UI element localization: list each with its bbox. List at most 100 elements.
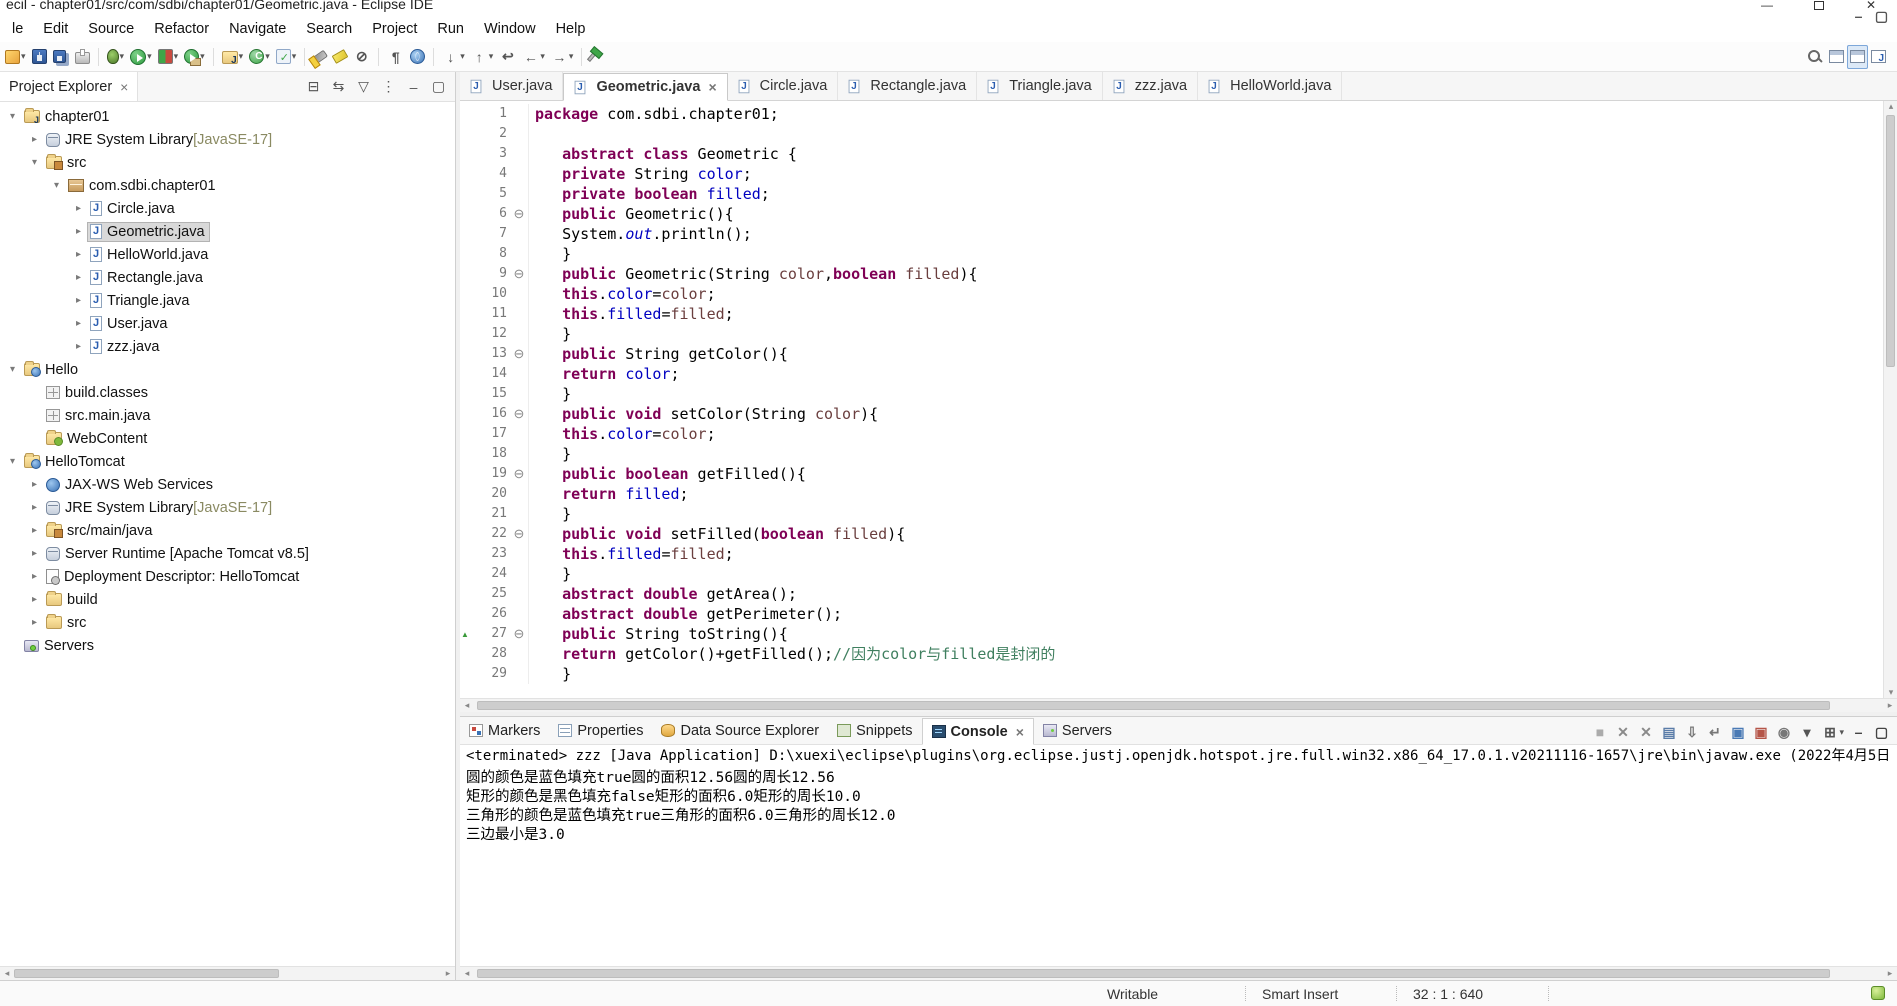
project-explorer-tab[interactable]: Project Explorer × bbox=[0, 72, 139, 101]
open-perspective-button[interactable] bbox=[1826, 45, 1847, 69]
tree-item-webcontent[interactable]: WebContent bbox=[0, 427, 455, 450]
code-line[interactable]: 11 this.filled=filled; bbox=[460, 304, 1883, 324]
new-java-project-button[interactable]: ▾ bbox=[219, 45, 247, 69]
expand-arrow-icon[interactable]: ▸ bbox=[26, 548, 43, 559]
scrollbar-thumb[interactable] bbox=[14, 969, 279, 978]
minimize-panel-button[interactable]: – bbox=[1847, 720, 1870, 744]
expand-arrow-icon[interactable]: ▸ bbox=[26, 525, 43, 536]
dropdown-arrow-icon[interactable]: ▾ bbox=[265, 51, 270, 62]
expand-arrow-icon[interactable]: ▸ bbox=[70, 203, 87, 214]
code-line[interactable]: 9 ⊖ public Geometric(String color,boolean… bbox=[460, 264, 1883, 284]
code-line[interactable]: 20 return filled; bbox=[460, 484, 1883, 504]
dropdown-arrow-icon[interactable]: ▾ bbox=[460, 51, 465, 62]
tree-item-helloworld-java[interactable]: ▸ HelloWorld.java bbox=[0, 243, 455, 266]
editor-tab-helloworld-java[interactable]: HelloWorld.java bbox=[1198, 72, 1343, 100]
open-task-button[interactable]: ▾ bbox=[273, 45, 300, 69]
new-java-class-button[interactable]: ▾ bbox=[246, 45, 273, 69]
console-hscrollbar[interactable]: ◂ ▸ bbox=[460, 966, 1897, 980]
code-line[interactable]: 6 ⊖ public Geometric(){ bbox=[460, 204, 1883, 224]
expand-arrow-icon[interactable]: ▸ bbox=[70, 341, 87, 352]
maximize-panel-button[interactable]: ▢ bbox=[1870, 720, 1893, 744]
code-line[interactable]: 28 return getColor()+getFilled();//因为col… bbox=[460, 644, 1883, 664]
back-button[interactable]: ← ▾ bbox=[519, 45, 548, 69]
expand-arrow-icon[interactable]: ▸ bbox=[70, 249, 87, 260]
skip-breakpoints-button[interactable]: ⊘ bbox=[350, 45, 373, 69]
dropdown-arrow-icon[interactable]: ▾ bbox=[120, 51, 125, 62]
minimize-window-button[interactable]: — bbox=[1741, 0, 1793, 16]
close-icon[interactable]: × bbox=[120, 79, 128, 95]
code-line[interactable]: 22 ⊖ public void setFilled(boolean filled… bbox=[460, 524, 1883, 544]
code-line[interactable]: 19 ⊖ public boolean getFilled(){ bbox=[460, 464, 1883, 484]
code-line[interactable]: 13 ⊖ public String getColor(){ bbox=[460, 344, 1883, 364]
collapse-arrow-icon[interactable]: ▾ bbox=[48, 180, 65, 191]
next-annotation-button[interactable]: ↓ ▾ bbox=[439, 45, 468, 69]
debug-button[interactable]: ▾ bbox=[104, 45, 128, 69]
mark-occurrences-button[interactable] bbox=[330, 45, 350, 69]
tree-item-user-java[interactable]: ▸ User.java bbox=[0, 312, 455, 335]
collapse-arrow-icon[interactable]: ▾ bbox=[4, 456, 21, 467]
code-line[interactable]: 26 abstract double getPerimeter(); bbox=[460, 604, 1883, 624]
code-line[interactable]: 3 abstract class Geometric { bbox=[460, 144, 1883, 164]
remove-launch-button[interactable]: ✕ bbox=[1611, 720, 1634, 744]
fold-collapse-icon[interactable]: ⊖ bbox=[510, 344, 529, 364]
menu-navigate[interactable]: Navigate bbox=[219, 18, 296, 40]
collapse-all-button[interactable]: ⊟ bbox=[301, 75, 326, 99]
tree-item-circle-java[interactable]: ▸ Circle.java bbox=[0, 197, 455, 220]
menu-source[interactable]: Source bbox=[78, 18, 144, 40]
previous-annotation-button[interactable]: ↑ ▾ bbox=[468, 45, 497, 69]
external-tools-button[interactable]: ▾ bbox=[181, 45, 208, 69]
scroll-right-icon[interactable]: ▸ bbox=[1883, 968, 1897, 979]
menu-run[interactable]: Run bbox=[427, 18, 474, 40]
editor-tab-rectangle-java[interactable]: Rectangle.java bbox=[838, 72, 978, 100]
scroll-left-icon[interactable]: ◂ bbox=[460, 700, 474, 711]
tree-item-servers[interactable]: Servers bbox=[0, 634, 455, 657]
maximize-window-button[interactable] bbox=[1793, 0, 1845, 16]
link-with-editor-button[interactable]: ⇆ bbox=[326, 75, 351, 99]
code-line[interactable]: ▲ 27 ⊖ public String toString(){ bbox=[460, 624, 1883, 644]
expand-arrow-icon[interactable]: ▸ bbox=[26, 134, 43, 145]
code-line[interactable]: 5 private boolean filled; bbox=[460, 184, 1883, 204]
dropdown-arrow-icon[interactable]: ▾ bbox=[540, 51, 545, 62]
code-line[interactable]: 7 System.out.println(); bbox=[460, 224, 1883, 244]
filter-button[interactable]: ▽ bbox=[351, 75, 376, 99]
dropdown-arrow-icon[interactable]: ▾ bbox=[489, 51, 494, 62]
new-wizard-button[interactable]: ▾ bbox=[2, 45, 29, 69]
dropdown-arrow-icon[interactable]: ▾ bbox=[147, 51, 152, 62]
minimize-editor-button[interactable]: – bbox=[1847, 4, 1870, 28]
editor-tab-zzz-java[interactable]: zzz.java bbox=[1103, 72, 1199, 100]
fold-collapse-icon[interactable]: ⊖ bbox=[510, 624, 529, 644]
pin-console-button[interactable]: ◉ bbox=[1772, 720, 1795, 744]
dropdown-arrow-icon[interactable]: ▾ bbox=[239, 51, 244, 62]
scroll-right-icon[interactable]: ▸ bbox=[1883, 700, 1897, 711]
menu-search[interactable]: Search bbox=[296, 18, 362, 40]
menu-help[interactable]: Help bbox=[546, 18, 596, 40]
code-line[interactable]: 23 this.filled=filled; bbox=[460, 544, 1883, 564]
editor-tab-circle-java[interactable]: Circle.java bbox=[728, 72, 839, 100]
code-line[interactable]: 21 } bbox=[460, 504, 1883, 524]
collapse-arrow-icon[interactable]: ▾ bbox=[4, 364, 21, 375]
status-notification-icon[interactable] bbox=[1871, 986, 1885, 1000]
tree-item-rectangle-java[interactable]: ▸ Rectangle.java bbox=[0, 266, 455, 289]
expand-arrow-icon[interactable]: ▸ bbox=[26, 502, 43, 513]
open-web-browser-button[interactable] bbox=[407, 45, 428, 69]
tree-item-com-sdbi-chapter01[interactable]: ▾ com.sdbi.chapter01 bbox=[0, 174, 455, 197]
tree-item-jre-system-library[interactable]: ▸ JRE System Library [JavaSE-17] bbox=[0, 128, 455, 151]
tree-item-server-runtime-apache-tomcat-v8-5[interactable]: ▸ Server Runtime [Apache Tomcat v8.5] bbox=[0, 542, 455, 565]
editor-hscrollbar[interactable]: ◂ ▸ bbox=[460, 698, 1897, 712]
explorer-hscrollbar[interactable]: ◂ ▸ bbox=[0, 966, 455, 980]
tree-item-hellotomcat[interactable]: ▾ HelloTomcat bbox=[0, 450, 455, 473]
quick-search-button[interactable] bbox=[1803, 45, 1826, 69]
menu-edit[interactable]: Edit bbox=[33, 18, 78, 40]
dropdown-arrow-icon[interactable]: ▾ bbox=[174, 51, 179, 62]
dropdown-arrow-icon[interactable]: ▾ bbox=[292, 51, 297, 62]
show-whitespace-button[interactable]: ¶ bbox=[384, 45, 407, 69]
scrollbar-thumb[interactable] bbox=[477, 701, 1830, 710]
fold-collapse-icon[interactable]: ⊖ bbox=[510, 264, 529, 284]
scroll-left-icon[interactable]: ◂ bbox=[0, 968, 14, 979]
expand-arrow-icon[interactable]: ▸ bbox=[26, 479, 43, 490]
code-line[interactable]: 2 bbox=[460, 124, 1883, 144]
editor-vscrollbar[interactable]: ▴ ▾ bbox=[1883, 101, 1897, 698]
scroll-left-icon[interactable]: ◂ bbox=[460, 968, 474, 979]
tree-item-triangle-java[interactable]: ▸ Triangle.java bbox=[0, 289, 455, 312]
dropdown-arrow-icon[interactable]: ▾ bbox=[1839, 727, 1844, 738]
